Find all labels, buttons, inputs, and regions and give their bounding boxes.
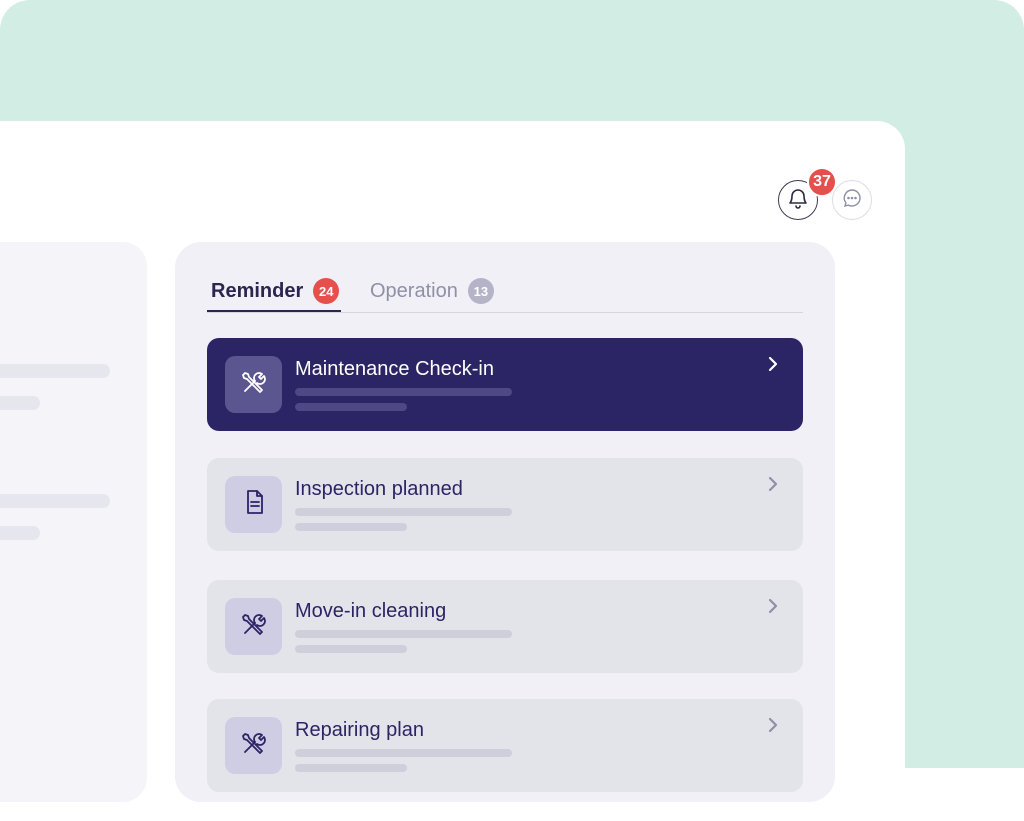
skeleton-line xyxy=(0,396,40,410)
card-icon-box xyxy=(225,598,282,655)
card-placeholder-line xyxy=(295,645,407,653)
card-placeholder-line xyxy=(295,403,407,411)
tab-operation[interactable]: Operation 13 xyxy=(370,278,494,304)
tools-icon xyxy=(240,729,268,762)
card-placeholder-line xyxy=(295,630,512,638)
card-icon-box xyxy=(225,717,282,774)
card-title: Move-in cleaning xyxy=(295,600,447,622)
chevron-right-icon xyxy=(765,596,781,616)
card-placeholder-line xyxy=(295,508,512,516)
tools-icon xyxy=(240,368,268,401)
reminder-card-inspection[interactable]: Inspection planned xyxy=(207,458,803,551)
tab-count-badge: 24 xyxy=(313,278,340,304)
messages-button[interactable] xyxy=(832,180,872,220)
reminders-panel: Reminder 24 Operation 13 Maintenance Che… xyxy=(175,242,835,802)
reminder-card-cleaning[interactable]: Move-in cleaning xyxy=(207,580,803,673)
chat-bubble-icon xyxy=(842,188,862,213)
card-placeholder-line xyxy=(295,764,407,772)
card-placeholder-line xyxy=(295,388,512,396)
reminder-card-maintenance[interactable]: Maintenance Check-in xyxy=(207,338,803,431)
skeleton-line xyxy=(0,494,110,508)
card-icon-box xyxy=(225,476,282,533)
tab-count-badge: 13 xyxy=(467,278,494,304)
active-tab-indicator xyxy=(207,310,341,312)
notifications-button[interactable]: 37 xyxy=(778,167,837,220)
tab-reminder[interactable]: Reminder 24 xyxy=(211,278,340,304)
header-actions: 37 xyxy=(778,167,878,224)
tab-label: Reminder xyxy=(211,279,304,302)
card-title: Maintenance Check-in xyxy=(295,358,494,380)
card-placeholder-line xyxy=(295,749,512,757)
card-placeholder-line xyxy=(295,523,407,531)
card-title: Repairing plan xyxy=(295,719,424,741)
chevron-right-icon xyxy=(765,474,781,494)
card-title: Inspection planned xyxy=(295,478,463,500)
chevron-right-icon xyxy=(765,354,781,374)
tab-label: Operation xyxy=(370,279,458,302)
bell-icon xyxy=(788,187,808,214)
tab-bar: Reminder 24 Operation 13 xyxy=(207,272,803,313)
skeleton-line xyxy=(0,364,110,378)
card-icon-box xyxy=(225,356,282,413)
chevron-right-icon xyxy=(765,715,781,735)
document-icon xyxy=(240,488,268,521)
skeleton-line xyxy=(0,526,40,540)
left-panel xyxy=(0,242,147,802)
tools-icon xyxy=(240,610,268,643)
reminder-card-repairing[interactable]: Repairing plan xyxy=(207,699,803,792)
